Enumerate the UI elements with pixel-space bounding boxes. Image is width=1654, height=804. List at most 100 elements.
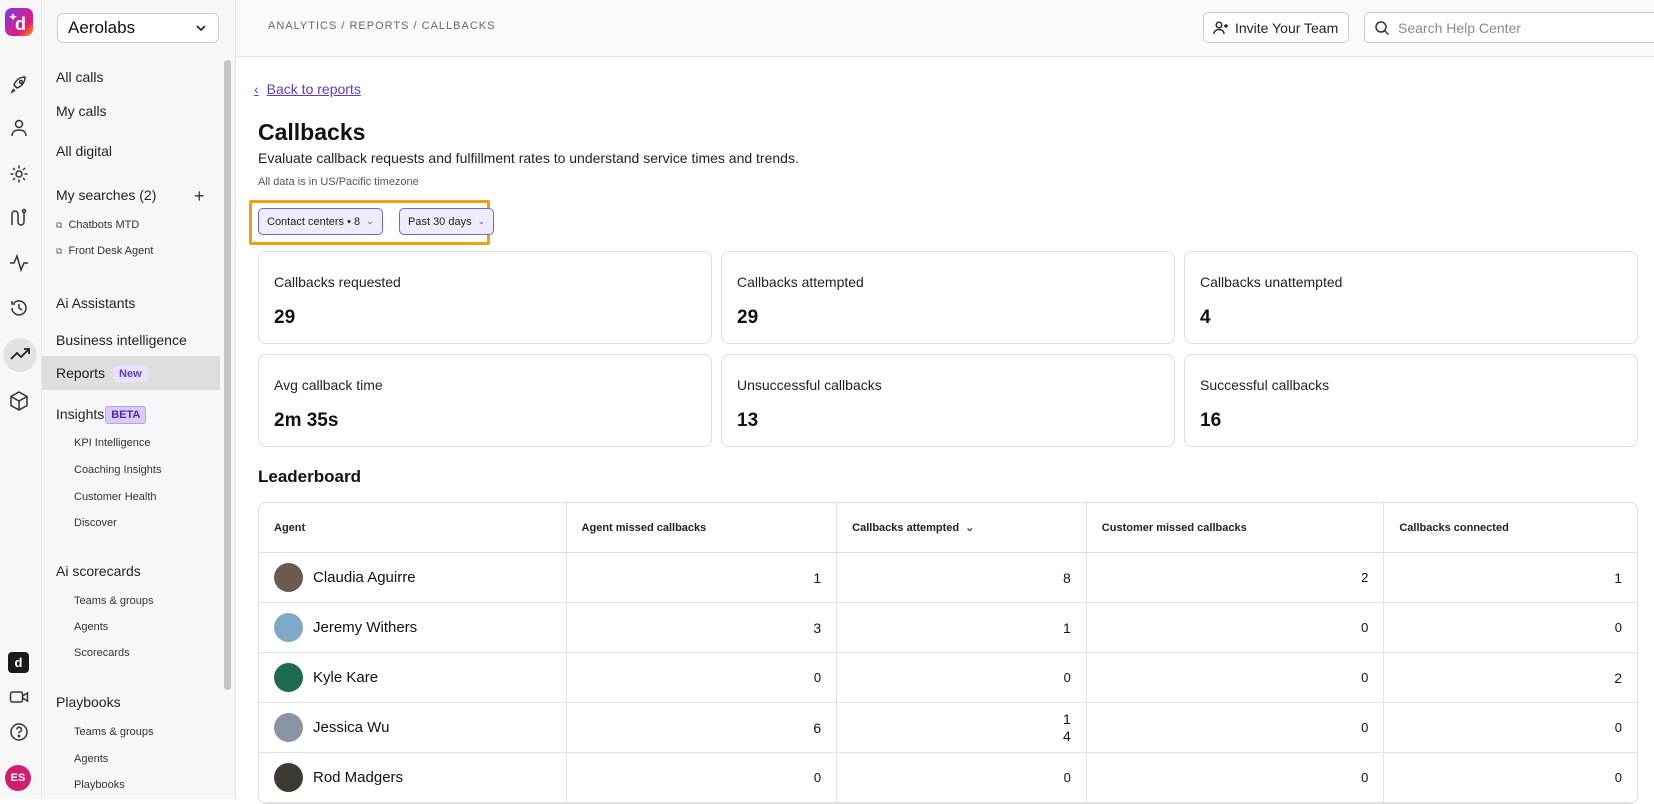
agent-name[interactable]: Rod Madgers [313,769,403,786]
column-header-agent-missed[interactable]: Agent missed callbacks [567,503,838,552]
trending-icon[interactable] [3,338,37,372]
link-icon: ⧉ [56,246,63,256]
sidebar-item-playbooks[interactable]: Playbooks [56,694,121,710]
sidebar-subitem-playbooks[interactable]: Playbooks [74,779,125,791]
cube-icon[interactable] [8,390,30,412]
sidebar-subitem-scorecards[interactable]: Scorecards [74,647,130,659]
beta-badge: BETA [105,406,147,424]
chevron-down-icon: ⌄ [366,216,374,226]
sidebar-subitem-agents[interactable]: Agents [74,621,108,633]
avatar [274,563,303,592]
date-range-filter[interactable]: Past 30 days ⌄ [399,208,495,235]
attempted-cell: 1 [837,603,1087,652]
chevron-down-icon [196,25,206,32]
sidebar-item-insights[interactable]: Insights BETA [56,406,147,424]
sidebar-item-ai-scorecards[interactable]: Ai scorecards [56,563,141,579]
route-icon[interactable] [8,207,30,229]
breadcrumb: ANALYTICS / REPORTS / CALLBACKS [268,20,496,32]
agent-missed-cell: 6 [567,703,838,752]
avatar [274,763,303,792]
back-to-reports-link[interactable]: ‹ Back to reports [254,81,361,97]
saved-search-item[interactable]: ⧉ Front Desk Agent [56,245,153,257]
sidebar-item-ai-assistants[interactable]: Ai Assistants [56,295,135,311]
icon-rail: d d ES [0,0,42,799]
customer-missed-cell: 0 [1087,703,1385,752]
connected-cell: 2 [1614,669,1622,686]
gear-icon[interactable] [8,163,30,185]
metric-label: Callbacks requested [274,274,401,290]
avatar [274,613,303,642]
search-icon [1375,20,1390,35]
agent-name[interactable]: Jessica Wu [313,719,389,736]
sidebar-subitem-teams-groups[interactable]: Teams & groups [74,726,153,738]
help-search[interactable] [1364,12,1654,43]
sidebar-subitem-agents[interactable]: Agents [74,753,108,765]
table-row[interactable]: Kyle Kare 0 0 0 2 [259,653,1637,703]
connected-cell: 0 [1614,770,1622,785]
sidebar-item-my-calls[interactable]: My calls [56,103,107,119]
metric-label: Successful callbacks [1200,377,1330,393]
customer-missed-cell: 0 [1087,603,1385,652]
search-input[interactable] [1398,19,1638,36]
sidebar-subitem-discover[interactable]: Discover [74,517,117,529]
sidebar-subitem-customer-health[interactable]: Customer Health [74,491,157,503]
sort-desc-icon[interactable]: ⌄ [965,521,974,534]
agent-name[interactable]: Claudia Aguirre [313,569,416,586]
attempted-cell: 1 4 [837,703,1087,752]
connected-cell: 1 [1614,569,1622,586]
sidebar-subitem-kpi-intelligence[interactable]: KPI Intelligence [74,437,150,449]
table-row[interactable]: Claudia Aguirre 1 8 2 1 [259,553,1637,603]
column-header-callbacks-attempted[interactable]: Callbacks attempted ⌄ [837,503,1087,552]
column-header-agent[interactable]: Agent [259,503,567,552]
rocket-icon[interactable] [8,73,30,95]
table-row[interactable]: Jeremy Withers 3 1 0 0 [259,603,1637,653]
topbar: ANALYTICS / REPORTS / CALLBACKS Invite Y… [236,0,1654,57]
metric-label: Unsuccessful callbacks [737,377,882,393]
sidebar-item-all-calls[interactable]: All calls [56,69,103,85]
activity-icon[interactable] [8,252,30,274]
metric-label: Callbacks attempted [737,274,864,290]
table-row[interactable]: Rod Madgers 0 0 0 0 [259,753,1637,803]
customer-missed-cell: 0 [1087,753,1385,802]
sidebar-subitem-teams-groups[interactable]: Teams & groups [74,595,153,607]
metric-value: 4 [1200,307,1211,328]
main-content: ‹ Back to reports Callbacks Evaluate cal… [236,57,1654,804]
metric-value: 29 [274,307,296,328]
agent-name[interactable]: Kyle Kare [313,669,378,686]
org-select[interactable]: Aerolabs [57,13,219,43]
sidebar-item-reports[interactable]: Reports New [56,365,148,382]
add-search-icon[interactable]: + [194,186,205,207]
leaderboard-table: Agent Agent missed callbacks Callbacks a… [258,502,1638,804]
saved-search-item[interactable]: ⧉ Chatbots MTD [56,219,139,231]
avatar [274,713,303,742]
column-header-customer-missed[interactable]: Customer missed callbacks [1087,503,1385,552]
help-icon[interactable] [8,721,30,743]
metric-card: Avg callback time 2m 35s [258,354,712,447]
agent-missed-cell: 3 [567,603,838,652]
metric-value: 2m 35s [274,410,339,431]
sidebar-item-business-intelligence[interactable]: Business intelligence [56,332,187,348]
sidebar-subitem-coaching-insights[interactable]: Coaching Insights [74,464,161,476]
sidebar-item-my-searches[interactable]: My searches (2) [56,187,156,203]
contact-centers-filter[interactable]: Contact centers • 8 ⌄ [258,208,383,235]
person-icon[interactable] [8,117,30,139]
metric-label: Avg callback time [274,377,383,393]
metric-card: Callbacks attempted 29 [721,251,1175,344]
sidebar-item-all-digital[interactable]: All digital [56,143,112,159]
attempted-cell: 0 [837,753,1087,802]
brand-square-icon[interactable]: d [8,652,29,673]
sidebar-scrollbar[interactable] [224,60,231,690]
invite-team-button[interactable]: Invite Your Team [1203,12,1349,43]
video-icon[interactable] [8,686,30,708]
history-icon[interactable] [8,297,30,319]
avatar [274,663,303,692]
agent-name[interactable]: Jeremy Withers [313,619,417,636]
timezone-note: All data is in US/Pacific timezone [258,176,419,188]
column-header-callbacks-connected[interactable]: Callbacks connected [1384,503,1637,552]
app-logo[interactable]: d [5,8,33,36]
user-avatar[interactable]: ES [5,765,31,791]
chevron-left-icon: ‹ [254,81,259,97]
metric-card: Callbacks requested 29 [258,251,712,344]
table-row[interactable]: Jessica Wu 6 1 4 0 0 [259,703,1637,753]
customer-missed-cell: 0 [1087,653,1385,702]
